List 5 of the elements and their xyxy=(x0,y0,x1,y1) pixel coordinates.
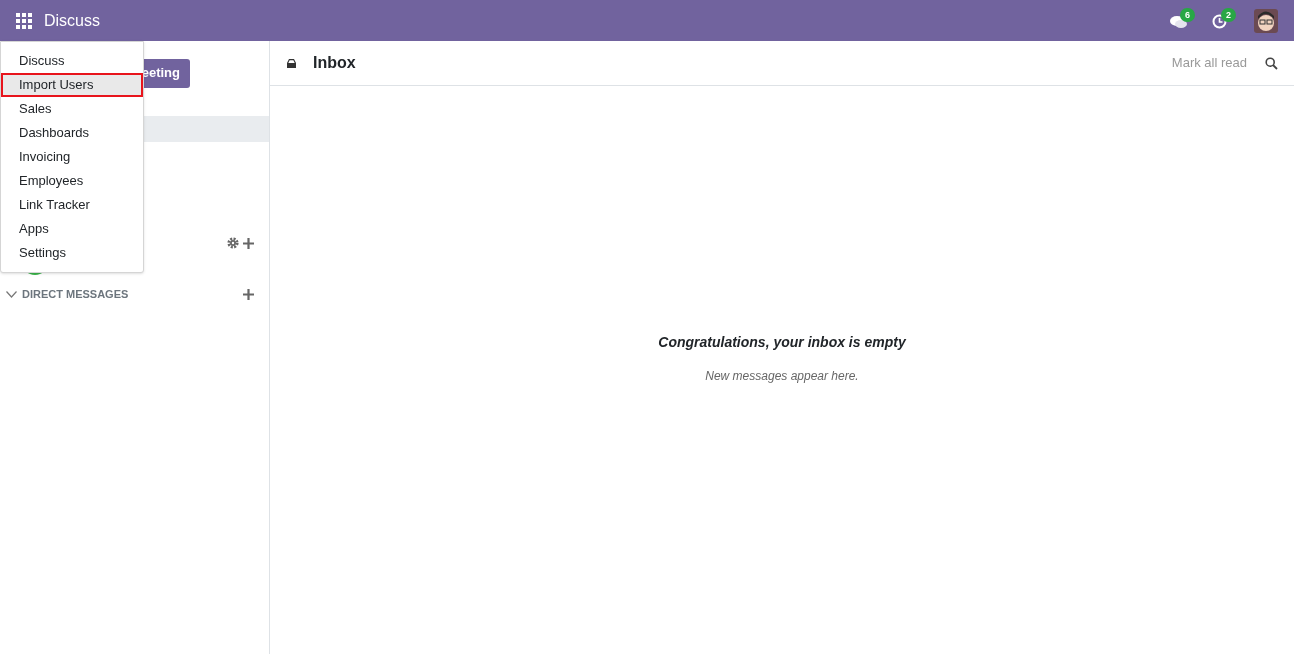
notification-badge: 2 xyxy=(1221,7,1236,22)
empty-inbox-hint: New messages appear here. xyxy=(705,368,859,385)
page-title: Inbox xyxy=(313,53,356,73)
notification-badge: 6 xyxy=(1180,7,1195,22)
empty-inbox-title: Congratulations, your inbox is empty xyxy=(658,333,906,352)
